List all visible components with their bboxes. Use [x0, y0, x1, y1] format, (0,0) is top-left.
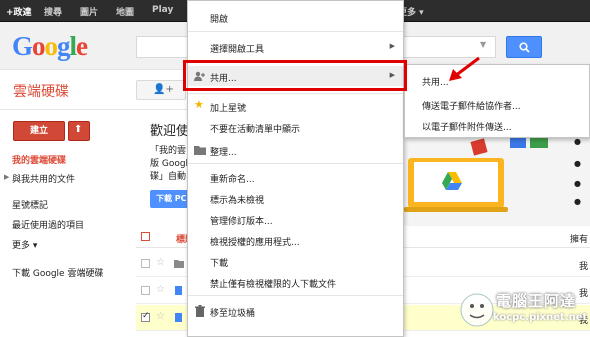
menu-item-label: 整理...	[210, 148, 237, 158]
welcome-title: 歡迎使	[150, 124, 190, 139]
share-button[interactable]: 👤+	[136, 80, 186, 100]
watermark-url: kocpc.pixnet.net	[493, 312, 588, 323]
nav-images[interactable]: 圖片	[80, 5, 98, 18]
menu-separator	[188, 93, 403, 94]
context-menu: 開啟 選擇開啟工具 ▶ 共用... ▶ ★ 加上星號 不要在活動清單中顯示 整理..…	[187, 0, 404, 337]
trash-icon	[195, 305, 205, 317]
add-person-icon: 👤+	[153, 84, 174, 95]
nav-maps[interactable]: 地圖	[116, 5, 134, 18]
star-icon[interactable]: ☆	[156, 257, 165, 268]
sidebar-item-more[interactable]: 更多 ▾	[12, 238, 37, 251]
menu-item-label: 檢視授權的應用程式...	[210, 238, 300, 248]
nav-user[interactable]: +政達	[6, 5, 32, 18]
search-icon	[519, 42, 530, 53]
menu-item-download[interactable]: 下載	[188, 251, 403, 271]
submenu-arrow-icon: ▶	[389, 42, 395, 50]
svg-text:●: ●	[574, 197, 581, 206]
nav-search[interactable]: 搜尋	[44, 5, 62, 18]
google-logo[interactable]: Google	[12, 31, 88, 62]
menu-item-open-with[interactable]: 選擇開啟工具 ▶	[188, 37, 403, 57]
select-all-checkbox[interactable]	[141, 232, 150, 241]
menu-item-move-to-trash[interactable]: 移至垃圾桶	[188, 301, 403, 321]
submenu-item-email-collaborators[interactable]: 傳送電子郵件給協作者...	[422, 99, 521, 112]
menu-item-label: 加上星號	[210, 104, 247, 114]
menu-item-open[interactable]: 開啟	[188, 7, 403, 27]
menu-separator	[188, 31, 403, 32]
menu-item-label: 重新命名...	[210, 175, 255, 185]
upload-icon: ⬆	[74, 124, 83, 135]
svg-text:●: ●	[574, 137, 581, 146]
svg-text:●: ●	[574, 179, 581, 188]
nav-play[interactable]: Play	[152, 5, 173, 15]
welcome-text-line: 版 Googl	[150, 159, 189, 169]
menu-item-add-star[interactable]: ★ 加上星號	[188, 96, 403, 116]
menu-item-label: 下載	[210, 259, 229, 269]
star-icon: ★	[194, 98, 204, 111]
sidebar-more-label: 更多	[12, 241, 31, 251]
sidebar-item-shared-with-me[interactable]: 與我共用的文件	[12, 172, 75, 185]
menu-item-organize[interactable]: 整理...	[188, 140, 403, 160]
folder-icon	[174, 260, 184, 268]
checkmark-icon: ✓	[142, 311, 150, 321]
owner-column-header[interactable]: 擁有	[570, 232, 588, 245]
menu-item-label: 移至垃圾桶	[210, 309, 256, 319]
menu-separator	[188, 295, 403, 296]
menu-item-label: 開啟	[210, 15, 229, 25]
row-checkbox[interactable]	[141, 259, 150, 268]
welcome-text-line: 碟」自動	[150, 172, 187, 182]
menu-item-view-authorized-apps[interactable]: 檢視授權的應用程式...	[188, 230, 403, 250]
watermark-text: 電腦王阿達	[496, 292, 577, 310]
menu-item-rename[interactable]: 重新命名...	[188, 167, 403, 187]
document-icon	[175, 286, 182, 295]
document-icon	[175, 313, 182, 322]
sidebar-item-recent[interactable]: 最近使用過的項目	[12, 218, 84, 231]
expand-triangle-icon[interactable]: ▶	[4, 173, 9, 181]
chevron-down-icon[interactable]: ▼	[480, 40, 486, 49]
share-submenu: 共用... 傳送電子郵件給協作者... 以電子郵件附件傳送...	[404, 64, 590, 138]
row-checkbox[interactable]	[141, 286, 150, 295]
star-icon[interactable]: ☆	[156, 311, 165, 322]
sidebar-item-download-drive[interactable]: 下載 Google 雲端硬碟	[12, 266, 103, 279]
create-button[interactable]: 建立	[13, 121, 65, 141]
folder-icon	[194, 146, 206, 155]
menu-item-label: 不要在活動清單中顯示	[210, 125, 301, 135]
menu-separator	[188, 163, 403, 164]
row-checkbox[interactable]: ✓	[141, 311, 150, 322]
upload-button[interactable]: ⬆	[68, 121, 90, 141]
menu-item-manage-revisions[interactable]: 管理修訂版本...	[188, 209, 403, 229]
app-title[interactable]: 雲端硬碟	[13, 81, 69, 101]
sidebar-item-starred[interactable]: 星號標記	[12, 198, 48, 211]
star-icon[interactable]: ☆	[156, 284, 165, 295]
svg-text:●: ●	[574, 159, 581, 168]
download-pc-button[interactable]: 下載 PC	[150, 190, 190, 208]
menu-item-prevent-download[interactable]: 禁止僅有檢視權限的人下載文件	[188, 272, 403, 292]
search-button[interactable]	[506, 36, 542, 58]
annotation-highlight-box	[183, 60, 407, 91]
menu-item-mark-unviewed[interactable]: 標示為未檢視	[188, 188, 403, 208]
annotation-arrow-icon	[449, 56, 480, 81]
menu-item-label: 選擇開啟工具	[210, 45, 265, 55]
submenu-item-email-attachment[interactable]: 以電子郵件附件傳送...	[422, 120, 512, 133]
menu-item-label: 管理修訂版本...	[210, 217, 273, 227]
menu-item-label: 禁止僅有檢視權限的人下載文件	[210, 280, 337, 290]
menu-item-hide-activity[interactable]: 不要在活動清單中顯示	[188, 117, 403, 137]
sidebar-item-my-drive[interactable]: 我的雲端硬碟	[12, 153, 66, 166]
welcome-text-line: 「我的雲	[150, 146, 187, 156]
owner-cell: 我	[578, 262, 588, 272]
menu-item-label: 標示為未檢視	[210, 196, 265, 206]
